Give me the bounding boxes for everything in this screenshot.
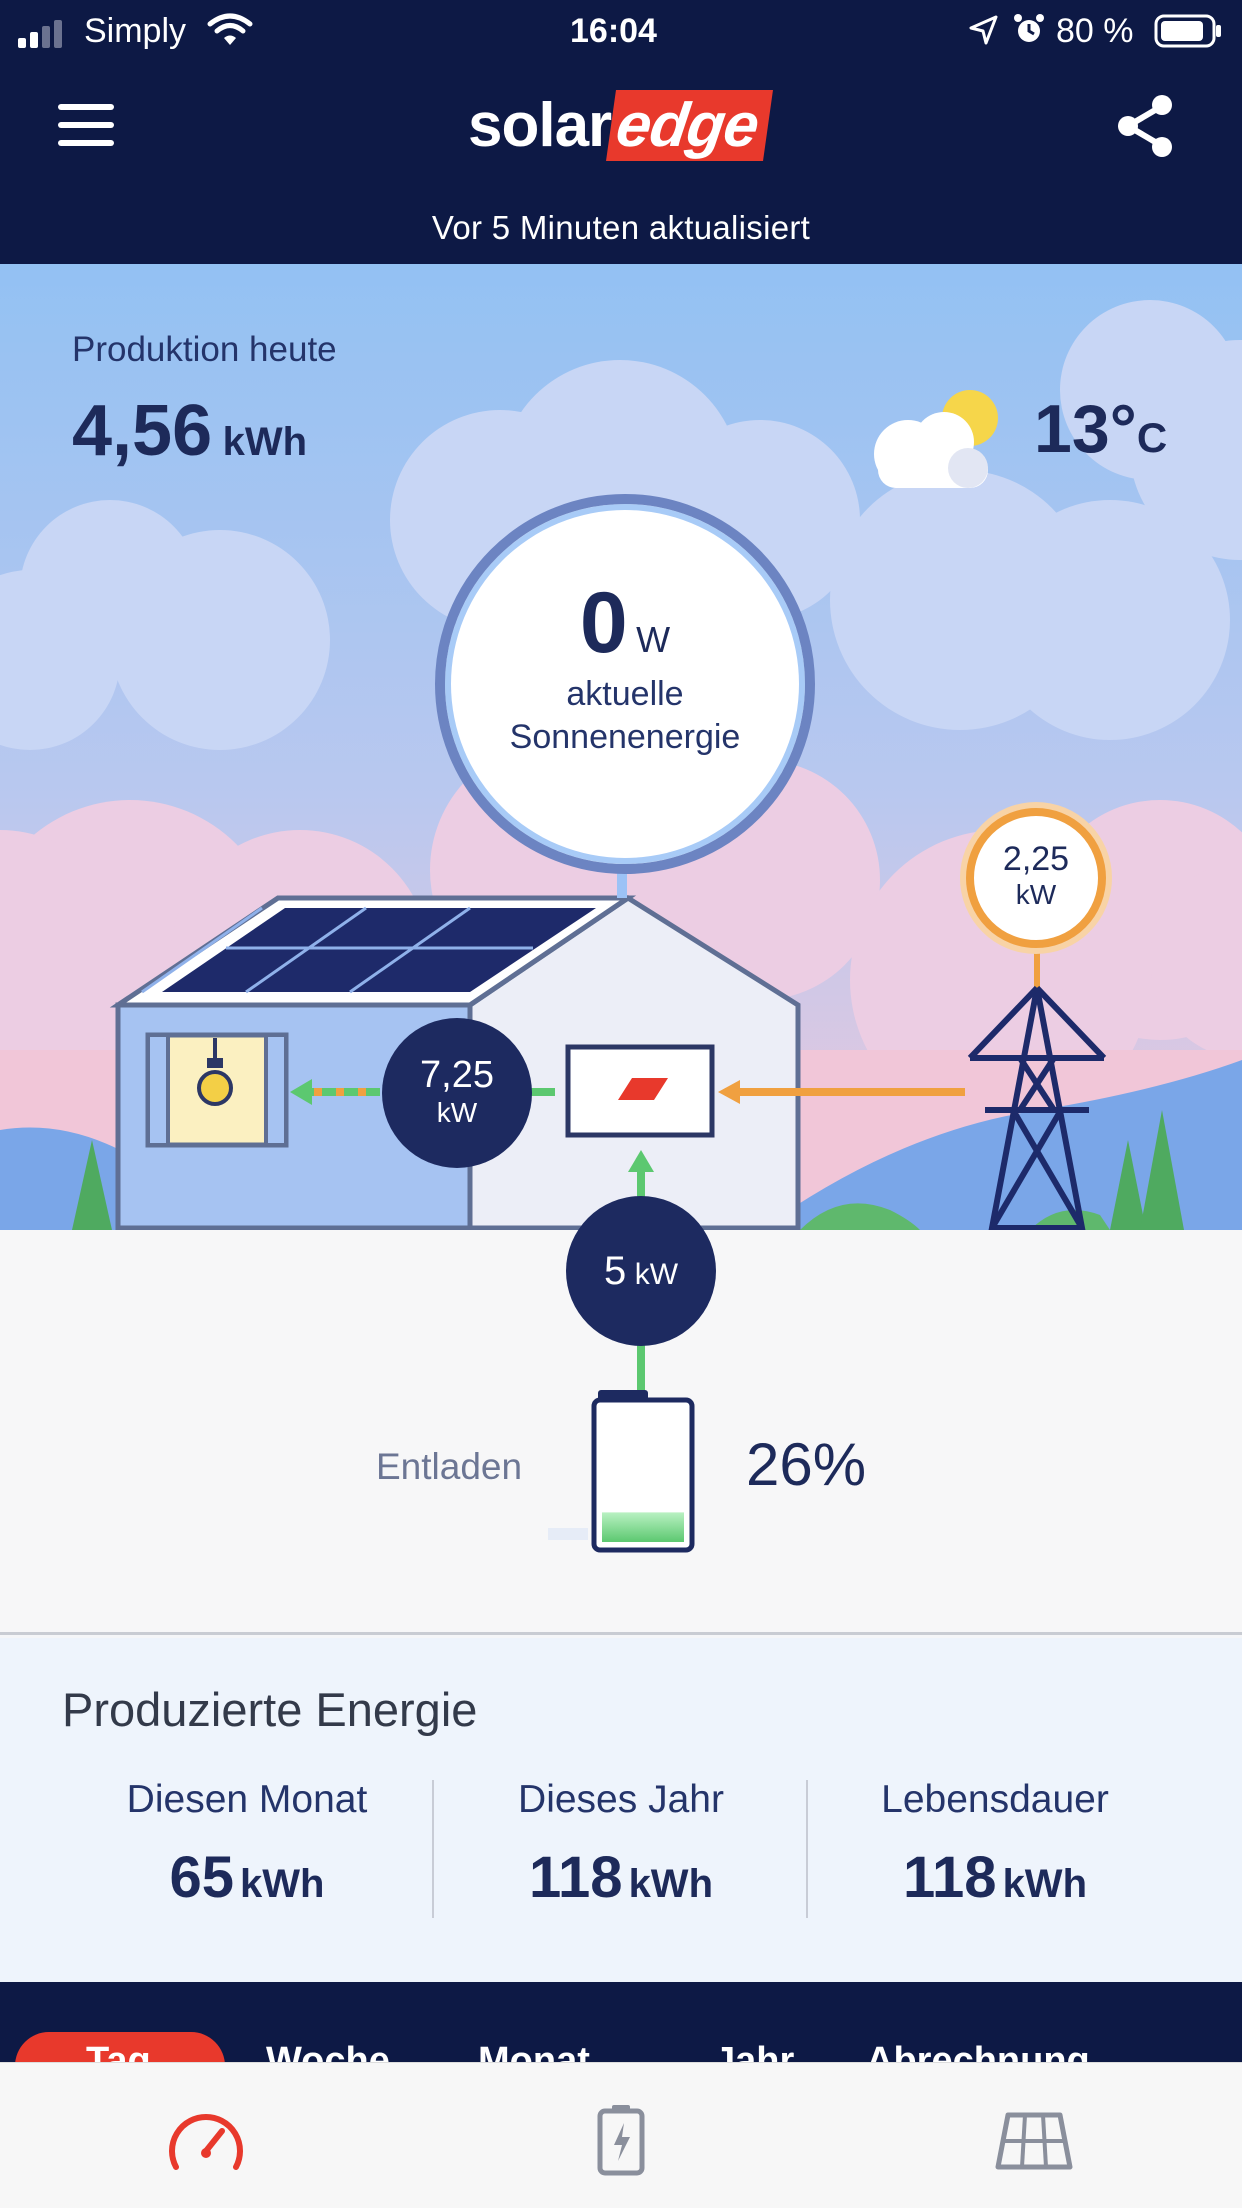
stat-lifetime: Lebensdauer 118 kWh (881, 1778, 1109, 1910)
battery-section: 5 kW Entladen 26% (0, 1196, 1242, 1635)
grid-power-bubble[interactable]: 2,25 kW (966, 808, 1106, 948)
battery-icon[interactable] (594, 2103, 648, 2177)
production-today-value: 4,56 kWh (72, 391, 308, 471)
last-updated-text: Vor 5 Minuten aktualisiert (0, 192, 1242, 264)
alarm-icon (1014, 14, 1044, 42)
battery-status-label: Entladen (376, 1446, 523, 1487)
home-battery-icon[interactable] (548, 1384, 698, 1554)
tab-billing[interactable]: Abrechnung (866, 2040, 1090, 2062)
battery-power-bubble[interactable]: 5 kW (566, 1196, 716, 1346)
energy-flow-scene: Produktion heute 4,56 kWh 13°C 0 W aktue… (0, 264, 1242, 1230)
stat-divider (432, 1780, 434, 1918)
consumption-power-bubble[interactable]: 7,25 kW (382, 1018, 532, 1168)
status-bar: Simply 16:04 80 % (0, 0, 1242, 62)
tab-week[interactable]: Woche (266, 2040, 390, 2062)
stat-this-month: Diesen Monat 65 kWh (126, 1778, 368, 1910)
carrier-name: Simply (84, 12, 187, 50)
share-icon[interactable] (1116, 94, 1176, 158)
partly-cloudy-icon (874, 390, 998, 488)
tab-year[interactable]: Jahr (714, 2040, 794, 2062)
solaredge-logo: solaredge (468, 90, 773, 161)
signal-strength-icon (18, 20, 62, 48)
dashboard-gauge-icon[interactable] (166, 2107, 246, 2173)
produced-energy-title: Produzierte Energie (62, 1683, 478, 1736)
production-today-label: Produktion heute (72, 330, 337, 369)
tab-month[interactable]: Monat (478, 2040, 590, 2062)
clock: 16:04 (570, 12, 657, 50)
tab-day[interactable]: Tag (86, 2040, 151, 2062)
wifi-icon (207, 13, 253, 45)
stat-divider (806, 1780, 808, 1918)
app-header: solaredge (0, 62, 1242, 192)
bottom-navigation (0, 2062, 1242, 2208)
stat-this-year: Dieses Jahr 118 kWh (518, 1778, 724, 1910)
solar-panel-icon[interactable] (994, 2111, 1074, 2171)
menu-icon[interactable] (58, 102, 114, 148)
battery-status-icon (1154, 14, 1221, 48)
temperature: 13°C (1034, 391, 1168, 467)
period-tab-bar: Tag Woche Monat Jahr Abrechnung (0, 1982, 1242, 2062)
battery-percent: 80 % (1056, 12, 1134, 50)
battery-percent-value: 26% (746, 1431, 867, 1498)
produced-energy-panel: Produzierte Energie Diesen Monat 65 kWh D… (0, 1638, 1242, 1982)
current-solar-power-gauge[interactable]: 0 W aktuelle Sonnenenergie (435, 494, 815, 874)
location-arrow-icon (969, 15, 998, 45)
inverter-icon (565, 1044, 715, 1138)
